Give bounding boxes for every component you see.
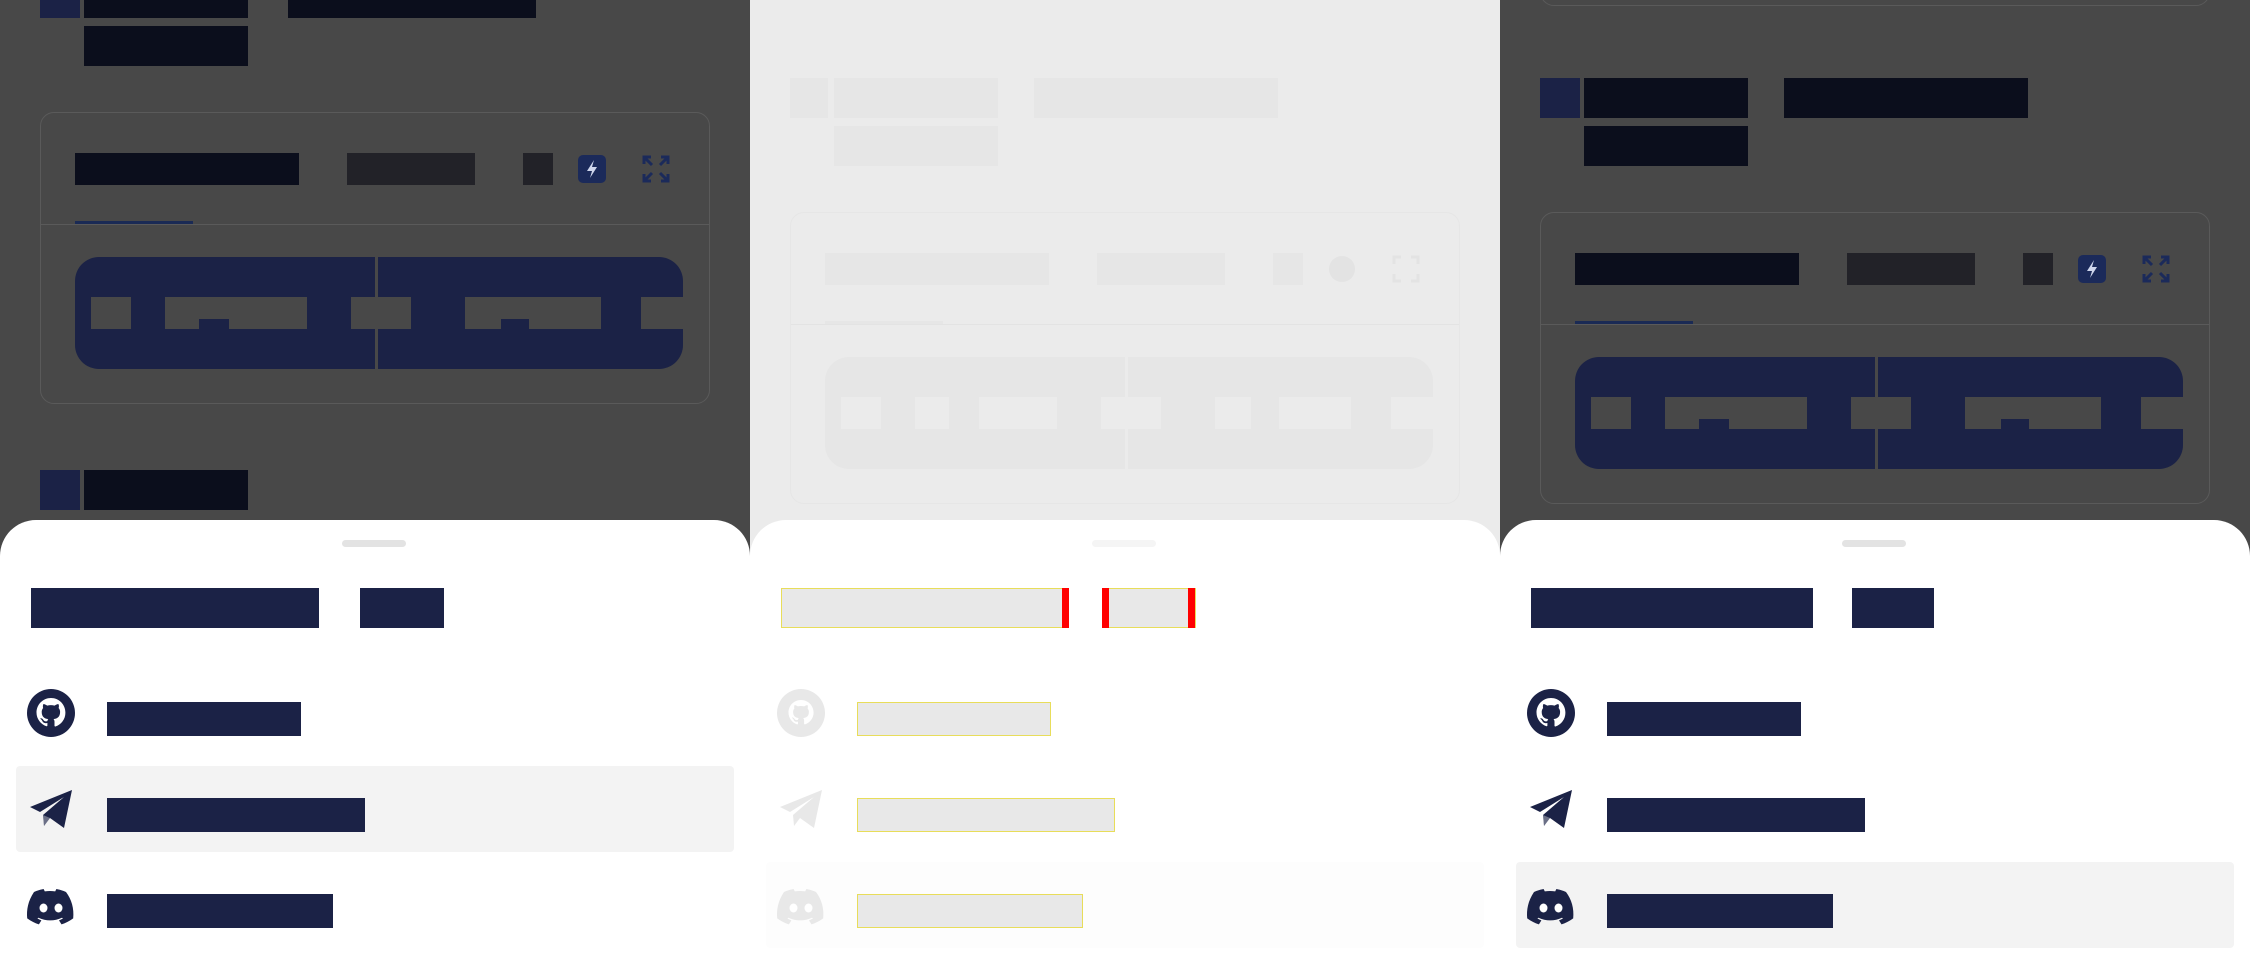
share-item-label: [1607, 702, 1801, 736]
card-tab[interactable]: [347, 153, 475, 185]
sheet-action-block[interactable]: [1102, 588, 1196, 628]
share-item-label: [107, 702, 301, 736]
github-icon: [26, 688, 76, 738]
header-meta-block: [1784, 78, 2028, 118]
header-title-block: [1584, 78, 1748, 118]
header-subtitle-block: [834, 126, 998, 166]
widget-card: [790, 212, 1460, 504]
sheet-drag-handle[interactable]: [1092, 540, 1156, 547]
bolt-icon[interactable]: [1327, 253, 1357, 285]
text-cursor-marker: [1188, 588, 1195, 628]
share-item-discord[interactable]: [16, 862, 734, 948]
discord-icon: [26, 880, 76, 930]
widget-card: [40, 112, 710, 404]
github-icon: [776, 688, 826, 738]
sheet-drag-handle[interactable]: [342, 540, 406, 547]
discord-icon: [1526, 880, 1576, 930]
share-item-telegram[interactable]: [1516, 766, 2234, 852]
header-title-block: [84, 0, 248, 18]
sheet-title-block: [1531, 588, 1813, 628]
square-icon[interactable]: [2023, 253, 2053, 285]
sheet-action-block[interactable]: [360, 588, 444, 628]
square-icon[interactable]: [523, 153, 553, 185]
sheet-action-block[interactable]: [1852, 588, 1934, 628]
bolt-icon[interactable]: [577, 153, 607, 185]
share-sheet: [0, 520, 750, 960]
share-item-label: [857, 702, 1051, 736]
share-item-discord[interactable]: [766, 862, 1484, 948]
header-avatar: [1540, 78, 1580, 118]
text-cursor-marker: [1102, 588, 1109, 628]
share-sheet: [750, 520, 1500, 960]
bolt-icon[interactable]: [2077, 253, 2107, 285]
card-tab-active[interactable]: [75, 153, 299, 185]
header-subtitle-block: [84, 26, 248, 66]
panel-2: [750, 0, 1500, 960]
expand-icon[interactable]: [1391, 253, 1421, 285]
header-avatar: [790, 78, 828, 118]
share-item-telegram[interactable]: [16, 766, 734, 852]
panel-3: [1500, 0, 2250, 960]
card-tab[interactable]: [1847, 253, 1975, 285]
share-item-telegram[interactable]: [766, 766, 1484, 852]
expand-icon[interactable]: [641, 153, 671, 185]
share-item-label: [857, 894, 1083, 928]
telegram-icon: [776, 784, 826, 834]
header-avatar: [40, 0, 80, 18]
sheet-drag-handle[interactable]: [1842, 540, 1906, 547]
card-tab-active[interactable]: [1575, 253, 1799, 285]
segmented-panel: [1575, 357, 2183, 469]
share-item-github[interactable]: [766, 670, 1484, 756]
share-sheet: [1500, 520, 2250, 960]
panel-1: [0, 0, 750, 960]
github-icon: [1526, 688, 1576, 738]
card-tab-active[interactable]: [825, 253, 1049, 285]
card-tab[interactable]: [1097, 253, 1225, 285]
header-title-block: [834, 78, 998, 118]
text-cursor-marker: [1062, 588, 1069, 628]
share-item-label: [107, 894, 333, 928]
share-item-label: [857, 798, 1115, 832]
section-title-block: [84, 470, 248, 510]
segmented-panel: [75, 257, 683, 369]
share-item-github[interactable]: [16, 670, 734, 756]
header-meta-block: [288, 0, 536, 18]
share-item-label: [1607, 894, 1833, 928]
widget-card: [1540, 212, 2210, 504]
previous-card-bottom: [1540, 0, 2210, 6]
sheet-title-block: [781, 588, 1069, 628]
header-subtitle-block: [1584, 126, 1748, 166]
telegram-icon: [26, 784, 76, 834]
discord-icon: [776, 880, 826, 930]
header-meta-block: [1034, 78, 1278, 118]
expand-icon[interactable]: [2141, 253, 2171, 285]
telegram-icon: [1526, 784, 1576, 834]
share-item-label: [1607, 798, 1865, 832]
sheet-title-block: [31, 588, 319, 628]
section-avatar: [40, 470, 80, 510]
square-icon[interactable]: [1273, 253, 1303, 285]
three-panel-screenshot: [0, 0, 2250, 960]
share-item-github[interactable]: [1516, 670, 2234, 756]
segmented-panel: [825, 357, 1433, 469]
share-item-discord[interactable]: [1516, 862, 2234, 948]
share-item-label: [107, 798, 365, 832]
